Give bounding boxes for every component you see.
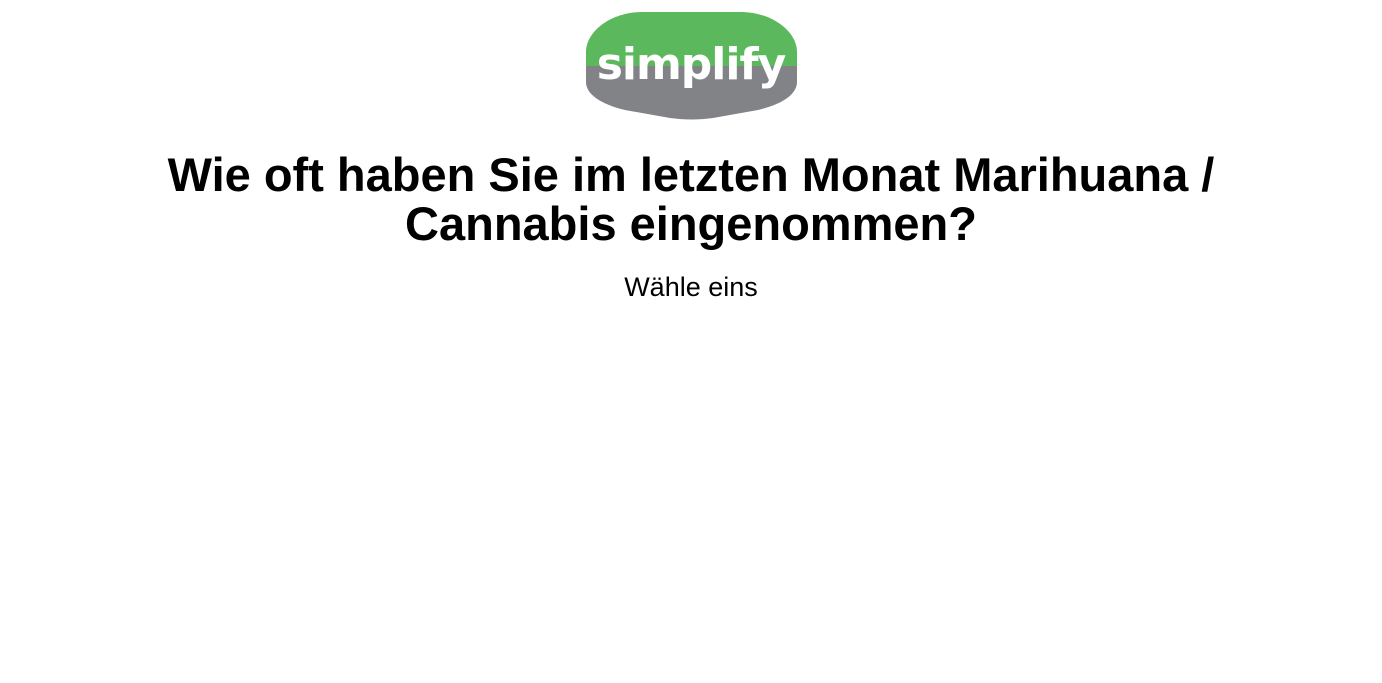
choose-one-hint: Wähle eins — [624, 272, 758, 302]
answer-options-area — [0, 320, 1382, 660]
question-line-1: Wie oft haben Sie im letzten Monat Marih… — [167, 148, 1215, 201]
logo-badge-icon: simplify — [586, 12, 797, 120]
question-line-2: Cannabis eingenommen? — [405, 197, 977, 250]
question-title: Wie oft haben Sie im letzten Monat Marih… — [0, 150, 1382, 248]
logo-wordmark: simplify — [597, 39, 786, 90]
survey-page: simplify Wie oft haben Sie im letzten Mo… — [0, 0, 1382, 683]
simplify-logo: simplify — [583, 10, 800, 120]
